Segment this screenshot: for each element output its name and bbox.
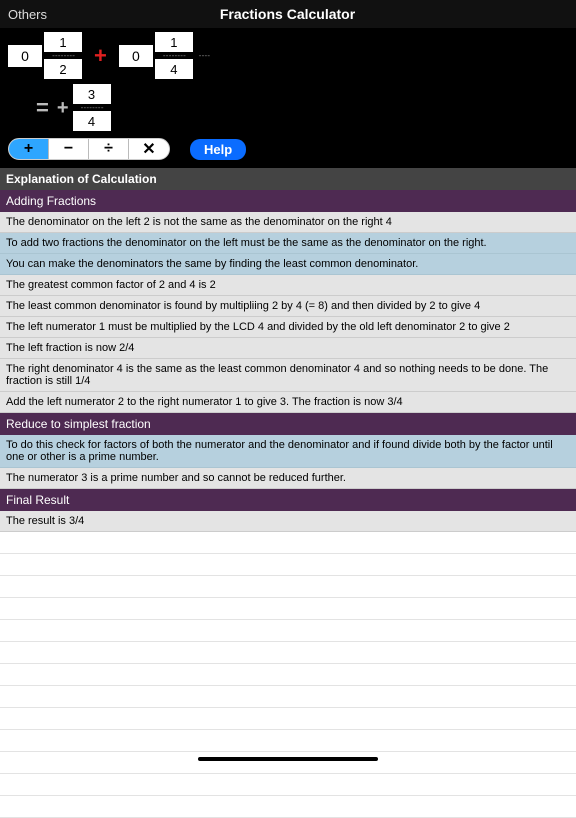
calculator-panel: 0 1 - - - - - - - - 2 + 0 1 - - - - - - … xyxy=(0,28,576,168)
right-numerator-input[interactable]: 1 xyxy=(155,32,193,52)
reduce-header: Reduce to simplest fraction xyxy=(0,413,576,435)
explain-line: The denominator on the left 2 is not the… xyxy=(0,212,576,233)
result-sign-icon: + xyxy=(57,97,69,120)
operator-icon: + xyxy=(86,43,115,69)
explain-line: The left fraction is now 2/4 xyxy=(0,338,576,359)
explain-line: To add two fractions the denominator on … xyxy=(0,233,576,254)
help-button[interactable]: Help xyxy=(190,139,246,160)
explain-line: The greatest common factor of 2 and 4 is… xyxy=(0,275,576,296)
explain-line: To do this check for factors of both the… xyxy=(0,435,576,468)
final-header: Final Result xyxy=(0,489,576,511)
left-whole-input[interactable]: 0 xyxy=(8,45,42,67)
explain-line: You can make the denominators the same b… xyxy=(0,254,576,275)
home-indicator-icon xyxy=(198,757,378,761)
left-numerator-input[interactable]: 1 xyxy=(44,32,82,52)
right-denominator-input[interactable]: 4 xyxy=(155,59,193,79)
right-fraction: 0 1 - - - - - - - - 4 - - - - xyxy=(119,32,213,80)
explain-line: The left numerator 1 must be multiplied … xyxy=(0,317,576,338)
operation-selector: + − ÷ ✕ xyxy=(8,138,170,160)
add-button[interactable]: + xyxy=(9,139,49,159)
left-denominator-input[interactable]: 2 xyxy=(44,59,82,79)
subtract-button[interactable]: − xyxy=(49,139,89,159)
result-denominator: 4 xyxy=(73,111,111,131)
empty-rows xyxy=(0,532,576,818)
header-bar: Others Fractions Calculator xyxy=(0,0,576,28)
equals-icon: = xyxy=(32,95,53,121)
divide-button[interactable]: ÷ xyxy=(89,139,129,159)
result-numerator: 3 xyxy=(73,84,111,104)
page-title: Fractions Calculator xyxy=(7,6,568,22)
explain-line: Add the left numerator 2 to the right nu… xyxy=(0,392,576,413)
explain-line: The right denominator 4 is the same as t… xyxy=(0,359,576,392)
left-fraction: 0 1 - - - - - - - - 2 xyxy=(8,32,82,80)
trailing-dots-icon: - - - - xyxy=(195,53,213,59)
explain-line: The numerator 3 is a prime number and so… xyxy=(0,468,576,489)
multiply-button[interactable]: ✕ xyxy=(129,139,169,159)
explain-line: The least common denominator is found by… xyxy=(0,296,576,317)
explanation-header: Explanation of Calculation xyxy=(0,168,576,190)
explain-line: The result is 3/4 xyxy=(0,511,576,532)
right-whole-input[interactable]: 0 xyxy=(119,45,153,67)
adding-header: Adding Fractions xyxy=(0,190,576,212)
